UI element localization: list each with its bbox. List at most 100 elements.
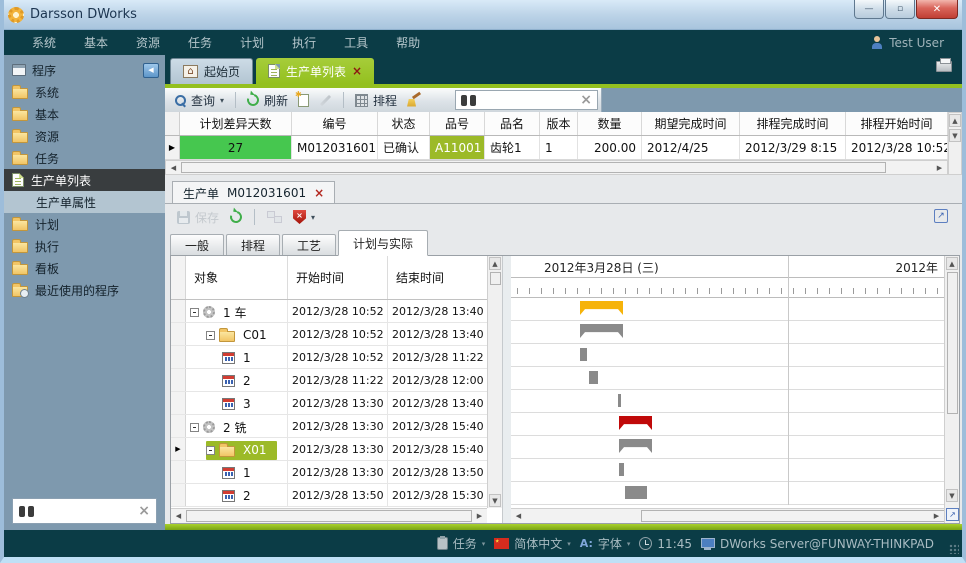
gantt-task-bar[interactable]	[618, 394, 621, 407]
tree-column-header[interactable]: 开始时间	[288, 256, 388, 299]
sidebar-search-clear-icon[interactable]	[138, 503, 150, 519]
tree-row[interactable]: 22012/3/28 13:502012/3/28 15:30	[171, 484, 487, 507]
tree-row[interactable]: 1 车2012/3/28 10:522012/3/28 13:40	[171, 300, 487, 323]
column-header[interactable]: 排程开始时间	[846, 112, 948, 135]
menu-item[interactable]: 资源	[122, 34, 174, 51]
scroll-down-icon[interactable]: ▼	[946, 489, 958, 502]
grid-search-input[interactable]	[481, 93, 575, 107]
scroll-left-icon[interactable]: ◀	[167, 162, 180, 173]
sidebar-item[interactable]: 看板	[4, 257, 165, 279]
sidebar-item[interactable]: 系统	[4, 81, 165, 103]
gantt-task-bar[interactable]	[589, 371, 598, 384]
menu-item[interactable]: 帮助	[382, 34, 434, 51]
titlebar[interactable]: Darsson DWorks — ▫ ✕	[0, 0, 966, 30]
refresh-button[interactable]: 刷新	[245, 92, 290, 109]
tab-home[interactable]: 起始页	[170, 58, 253, 84]
tree-row[interactable]: 12012/3/28 10:522012/3/28 11:22	[171, 346, 487, 369]
tab-production-order-list[interactable]: 生产单列表	[256, 58, 374, 84]
tree-collapse-icon[interactable]	[206, 331, 215, 340]
gantt-vscrollbar[interactable]: ▲ ▼	[945, 256, 959, 503]
tree-row[interactable]: 12012/3/28 13:302012/3/28 13:50	[171, 461, 487, 484]
gantt-expand-icon[interactable]	[946, 508, 959, 521]
scroll-down-icon[interactable]: ▼	[949, 129, 961, 142]
tree-collapse-icon[interactable]	[206, 446, 215, 455]
sidebar-item[interactable]: 生产单列表	[4, 169, 165, 191]
user-menu[interactable]: Test User	[871, 36, 962, 50]
tree-column-header[interactable]: 对象	[186, 256, 288, 299]
tree-collapse-icon[interactable]	[190, 308, 199, 317]
column-header[interactable]: 版本	[540, 112, 578, 135]
vscroll-thumb[interactable]	[490, 272, 501, 285]
order-tab-1[interactable]: 一般	[170, 234, 224, 256]
order-doc-close-icon[interactable]	[314, 186, 324, 200]
gantt-hscrollbar[interactable]: ◀ ▶	[511, 508, 944, 523]
scroll-right-icon[interactable]: ▶	[933, 162, 946, 173]
sidebar-item[interactable]: 任务	[4, 147, 165, 169]
validate-dropdown-icon[interactable]	[311, 213, 315, 222]
sidebar-item[interactable]: 计划	[4, 213, 165, 235]
menu-item[interactable]: 基本	[70, 34, 122, 51]
gantt-task-bar[interactable]	[625, 486, 647, 499]
grid-search-clear-icon[interactable]	[580, 92, 592, 108]
scroll-right-icon[interactable]: ▶	[930, 510, 943, 522]
scroll-up-icon[interactable]: ▲	[949, 114, 961, 127]
dropdown-icon[interactable]	[627, 540, 631, 548]
column-header[interactable]: 排程完成时间	[740, 112, 846, 135]
resize-grip[interactable]	[949, 544, 959, 554]
menu-item[interactable]: 工具	[330, 34, 382, 51]
column-header[interactable]: 数量	[578, 112, 642, 135]
dropdown-icon[interactable]	[482, 540, 486, 548]
status-clipboard[interactable]: 任务	[437, 535, 486, 552]
refresh-order-button[interactable]	[228, 211, 244, 223]
new-button[interactable]	[296, 94, 311, 107]
orders-grid-vscrollbar[interactable]: ▲ ▼	[948, 112, 962, 175]
gantt-summary-bar[interactable]	[619, 439, 652, 453]
sidebar-search-input[interactable]	[40, 504, 132, 518]
minimize-button[interactable]: —	[854, 0, 884, 19]
column-header[interactable]: 期望完成时间	[642, 112, 740, 135]
column-header[interactable]: 品号	[430, 112, 485, 135]
menu-item[interactable]: 任务	[174, 34, 226, 51]
order-doc-tab[interactable]: 生产单 M012031601	[172, 181, 335, 204]
maximize-button[interactable]: ▫	[885, 0, 915, 19]
sidebar-item[interactable]: 生产单属性	[4, 191, 165, 213]
orders-grid-hscrollbar[interactable]: ◀ ▶	[165, 160, 948, 175]
menu-item[interactable]: 计划	[226, 34, 278, 51]
tree-column-header[interactable]: 结束时间	[388, 256, 488, 299]
edit-button[interactable]	[317, 99, 334, 102]
tab-close-icon[interactable]	[352, 64, 362, 78]
hscroll-thumb[interactable]	[181, 162, 886, 173]
sidebar-item[interactable]: 基本	[4, 103, 165, 125]
column-header[interactable]: 状态	[378, 112, 430, 135]
open-external-icon[interactable]	[934, 209, 948, 223]
tree-row[interactable]: 2 铣2012/3/28 13:302012/3/28 15:40	[171, 415, 487, 438]
column-header[interactable]: 品名	[485, 112, 540, 135]
tree-vscrollbar[interactable]: ▲ ▼	[487, 256, 502, 508]
query-dropdown-icon[interactable]	[220, 96, 224, 105]
printer-icon[interactable]	[936, 61, 952, 72]
status-flag[interactable]: 简体中文	[494, 535, 571, 552]
vscroll-thumb[interactable]	[947, 272, 958, 414]
tree-row[interactable]: 32012/3/28 13:302012/3/28 13:40	[171, 392, 487, 415]
sidebar-collapse-button[interactable]	[143, 63, 159, 78]
order-tab-2[interactable]: 排程	[226, 234, 280, 256]
menu-item[interactable]: 执行	[278, 34, 330, 51]
column-header[interactable]: 编号	[292, 112, 378, 135]
tree-row[interactable]: X012012/3/28 13:302012/3/28 15:40	[171, 438, 487, 461]
orders-grid-row[interactable]: 27M012031601已确认A11001齿轮11200.002012/4/25…	[165, 136, 948, 160]
status-clock[interactable]: 11:45	[639, 537, 692, 551]
tree-hscrollbar[interactable]: ◀ ▶	[171, 508, 487, 523]
tree-row[interactable]: 22012/3/28 11:222012/3/28 12:00	[171, 369, 487, 392]
status-fontA[interactable]: 字体	[580, 535, 631, 552]
sidebar-item[interactable]: 执行	[4, 235, 165, 257]
sidebar-item[interactable]: 资源	[4, 125, 165, 147]
sidebar-item[interactable]: 最近使用的程序	[4, 279, 165, 301]
dropdown-icon[interactable]	[567, 540, 571, 548]
schedule-button[interactable]: 排程	[353, 92, 399, 109]
save-button[interactable]: 保存	[175, 209, 221, 226]
column-header[interactable]: 计划差异天数	[180, 112, 292, 135]
validate-button[interactable]	[291, 210, 317, 224]
order-tab-4[interactable]: 计划与实际	[338, 230, 428, 256]
tree-row[interactable]: C012012/3/28 10:522012/3/28 13:40	[171, 323, 487, 346]
gantt-task-bar[interactable]	[580, 348, 587, 361]
